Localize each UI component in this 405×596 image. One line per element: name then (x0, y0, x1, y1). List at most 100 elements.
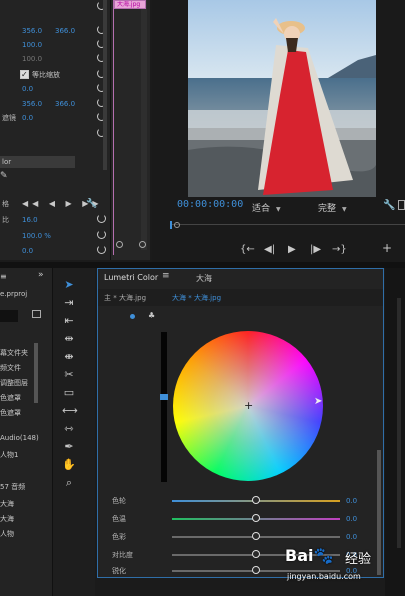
baidu-logo: Bai🐾 (285, 546, 334, 565)
pen-tool-icon[interactable]: ✒ (62, 440, 76, 454)
track-select-icon[interactable]: ⇥ (62, 296, 76, 310)
hand-tool-icon[interactable]: ✋ (62, 458, 76, 472)
master-clip-label[interactable]: 主 * 大海.jpg (104, 293, 146, 303)
opacity-value[interactable]: 16.0 (22, 213, 38, 227)
expand-icon[interactable]: » (38, 270, 44, 280)
list-item[interactable]: 大海 (0, 497, 40, 511)
scale-row: 100.0 (0, 38, 110, 52)
fit-dropdown[interactable]: 适合 ▼ (252, 201, 281, 214)
zoom-handle-left[interactable] (116, 241, 123, 248)
tab-lumetri-color[interactable]: Lumetri Color (104, 273, 158, 282)
quality-label: 完整 (318, 204, 337, 214)
list-item[interactable]: 大海 (0, 512, 40, 526)
color-dot-icon[interactable] (130, 314, 135, 319)
scale-width-value[interactable]: 100.0 (22, 52, 42, 66)
rotation-value[interactable]: 0.0 (22, 82, 33, 96)
slider-value[interactable]: 0.0 (346, 512, 357, 526)
wrench-icon[interactable]: 🔧 (86, 197, 97, 211)
rate-stretch-icon[interactable]: ⇼ (62, 350, 76, 364)
luminance-slider[interactable] (160, 332, 168, 482)
slider-knob[interactable] (252, 496, 260, 504)
quality-dropdown[interactable]: 完整 ▼ (318, 201, 347, 214)
mouse-cursor-icon: ➤ (314, 396, 323, 407)
rolling-edit-icon[interactable]: ⇹ (62, 332, 76, 346)
tab-menu-icon[interactable]: ≡ (162, 271, 170, 281)
scrubber-bar[interactable] (170, 219, 405, 229)
slider-value[interactable]: 0.0 (346, 494, 357, 508)
timecode-display[interactable]: 00:00:00:00 (177, 199, 243, 210)
sequence-clip-label[interactable]: 大海 * 大海.jpg (172, 293, 221, 303)
slip-tool-icon[interactable]: ▭ (62, 386, 76, 400)
list-item[interactable]: 人物1 (0, 448, 40, 462)
step-forward-icon[interactable]: |▶ (310, 244, 321, 255)
list-item[interactable]: 色遮罩 (0, 406, 40, 420)
opacity-label: 比 (2, 216, 9, 224)
go-to-out-icon[interactable]: →} (332, 244, 347, 255)
search-input[interactable] (0, 310, 18, 322)
play-icon[interactable]: ▶ (288, 244, 296, 255)
luminance-slider-handle[interactable] (160, 394, 168, 400)
reset-icon[interactable] (97, 214, 106, 223)
position-x-value[interactable]: 356.0 (22, 24, 42, 38)
color-wheel[interactable]: + (173, 331, 323, 481)
pen-icon[interactable]: ✎ (0, 171, 8, 181)
flicker-label: 遮镜 (2, 114, 16, 122)
ripple-edit-icon[interactable]: ⇤ (62, 314, 76, 328)
slider-knob[interactable] (252, 514, 260, 522)
razor-icon[interactable]: ✂ (62, 368, 76, 382)
reset-icon[interactable] (97, 230, 106, 239)
effect-scrollbar[interactable] (103, 0, 107, 170)
project-panel: ≡ » e.prproj 幕文件夹 频文件 调整图层 色遮罩 色遮罩 Audio… (0, 268, 52, 596)
speed-value[interactable]: 100.0 % (22, 229, 51, 243)
keyframe-nav-row: 格 ◀◀ ◀ ▶ ▶▶ 🔧 (0, 197, 110, 211)
panel-menu-icon[interactable]: ≡ (0, 272, 7, 281)
clip-selector-bar: 主 * 大海.jpg 大海 * 大海.jpg (98, 289, 383, 306)
playhead[interactable] (170, 221, 172, 229)
transport-controls: {← ◀| ▶ |▶ →} + (152, 238, 405, 262)
color-field[interactable]: lor (0, 156, 75, 168)
reset-icon[interactable] (97, 245, 106, 254)
scale-value[interactable]: 100.0 (22, 38, 42, 52)
selection-tool-icon[interactable]: ➤ (62, 278, 76, 292)
slider-knob[interactable] (252, 550, 260, 558)
playhead-line (113, 0, 114, 255)
list-item[interactable]: 人物 (0, 527, 40, 541)
extra-row: 0.0 (0, 244, 110, 258)
tab-clip-name[interactable]: 大海 (196, 273, 212, 284)
slide-tool-icon[interactable]: ⟷ (62, 404, 78, 418)
step-back-icon[interactable]: ◀| (264, 244, 275, 255)
group-icon[interactable]: ♣ (148, 311, 155, 320)
speed-row: 100.0 % (0, 229, 110, 243)
project-scrollbar[interactable] (34, 343, 38, 403)
export-frame-icon[interactable] (398, 200, 405, 210)
zoom-tool-icon[interactable]: ⌕ (62, 476, 76, 490)
crosshair-icon[interactable]: + (244, 400, 253, 411)
list-item[interactable]: Audio(148) (0, 431, 40, 445)
add-button-icon[interactable]: + (382, 241, 392, 255)
chevron-down-icon: ▼ (276, 206, 281, 213)
extra-value[interactable]: 0.0 (22, 244, 33, 258)
slider-knob[interactable] (252, 532, 260, 540)
list-item[interactable]: 57 音频 (0, 480, 40, 494)
flicker-value[interactable]: 0.0 (22, 111, 33, 125)
uniform-scale-checkbox[interactable] (20, 68, 29, 82)
anchor-y-value[interactable]: 366.0 (55, 97, 75, 111)
scrubber-handle[interactable] (174, 222, 180, 228)
opacity-row: 比 16.0 (0, 213, 110, 227)
slider-label: 色温 (112, 515, 126, 523)
position-y-value[interactable]: 366.0 (55, 24, 75, 38)
uniform-scale-row: 等比缩放 (0, 68, 110, 82)
slider-knob[interactable] (252, 566, 260, 574)
slider-label: 色轮 (112, 497, 126, 505)
go-to-in-icon[interactable]: {← (240, 244, 255, 255)
right-edge-scrollbar[interactable] (397, 298, 401, 548)
project-file-label: e.prproj (0, 290, 28, 298)
folder-icon[interactable] (32, 310, 41, 318)
zoom-handle-right[interactable] (139, 241, 146, 248)
clip-label[interactable]: 大海.jpg (114, 0, 146, 9)
slide-alt-icon[interactable]: ⇿ (62, 422, 76, 436)
anchor-x-value[interactable]: 356.0 (22, 97, 42, 111)
flicker-row: 遮镜 0.0 (0, 111, 110, 125)
wrench-icon[interactable]: 🔧 (383, 200, 395, 211)
mini-scrollbar[interactable] (141, 0, 147, 250)
